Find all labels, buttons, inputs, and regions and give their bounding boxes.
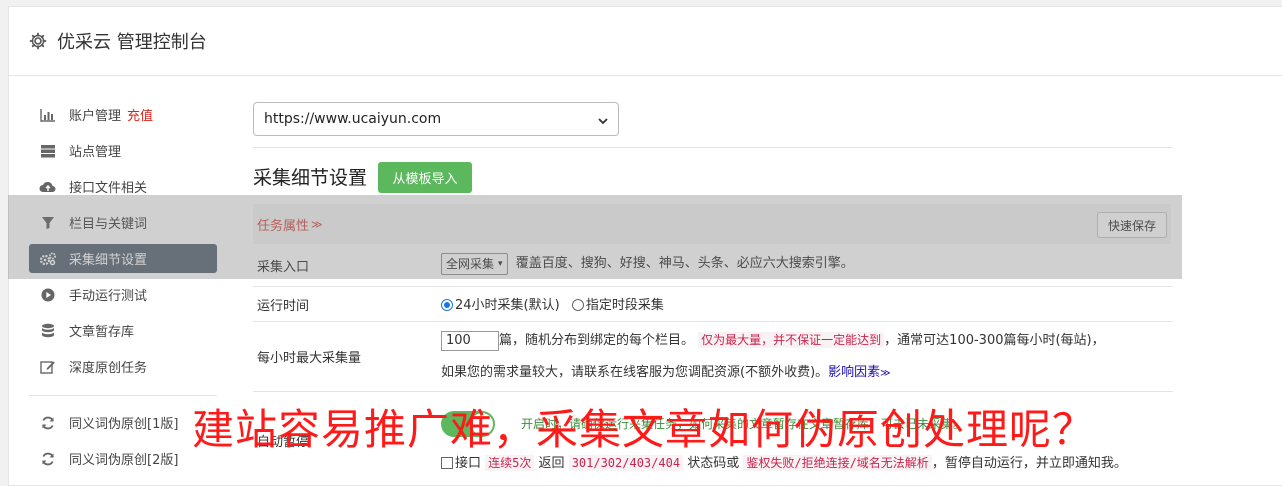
edit-icon	[39, 358, 57, 376]
max-text2: ，通常可达100-300篇每小时(每站)，	[884, 333, 1105, 348]
divider	[253, 391, 1173, 392]
import-template-button[interactable]: 从模板导入	[378, 162, 472, 193]
site-select-value: https://www.ucaiyun.com	[264, 111, 442, 127]
runtime-24h-label: 24小时采集(默认)	[455, 298, 560, 313]
section-title: 采集细节设置	[253, 167, 368, 189]
row-label: 运行时间	[257, 299, 310, 314]
database-icon	[39, 322, 57, 340]
divider	[253, 321, 1173, 322]
sidebar-item-label: 文章暂存库	[69, 325, 135, 340]
auto-check-label: 接口	[455, 456, 482, 471]
runtime-24h-radio[interactable]	[441, 298, 453, 311]
cloud-upload-icon	[39, 178, 57, 196]
auto-pause-checkbox[interactable]	[441, 456, 453, 469]
row-runtime: 运行时间 24小时采集(默认) 指定时段采集	[253, 293, 1171, 321]
dim-overlay	[8, 195, 1182, 279]
sidebar-item-article-store[interactable]: 文章暂存库	[29, 316, 217, 345]
row-max-per-hour: 每小时最大采集量 100 篇，随机分布到绑定的每个栏目。 仅为最大量，并不保证一定…	[253, 329, 1171, 391]
refresh-icon	[39, 450, 57, 468]
play-circle-icon	[39, 286, 57, 304]
sidebar-item-label: 接口文件相关	[69, 181, 148, 196]
auto-code3: 鉴权失败/拒绝连接/域名无法解析	[743, 455, 932, 471]
sidebar-item-label: 账户管理	[69, 109, 122, 124]
divider	[253, 147, 1173, 148]
row-label: 每小时最大采集量	[257, 351, 362, 366]
recharge-link[interactable]: 充值	[127, 105, 153, 124]
sidebar-item-manual-run[interactable]: 手动运行测试	[29, 280, 217, 309]
site-select[interactable]: https://www.ucaiyun.com	[253, 102, 619, 136]
auto-text-a: 返回	[538, 456, 565, 471]
runtime-scheduled-label: 指定时段采集	[585, 298, 664, 313]
auto-code1: 连续5次	[485, 455, 535, 471]
auto-code2: 301/302/403/404	[568, 455, 684, 471]
page-title: 优采云 管理控制台	[57, 32, 207, 53]
server-icon	[39, 142, 57, 160]
max-per-hour-input[interactable]: 100	[441, 330, 499, 351]
bar-chart-icon	[39, 106, 57, 124]
sidebar-item-sites[interactable]: 站点管理	[29, 136, 217, 165]
auto-text-b: 状态码或	[687, 456, 740, 471]
sidebar-item-deep-original[interactable]: 深度原创任务	[29, 352, 217, 381]
auto-text-c: ，暂停自动运行，并立即通知我。	[931, 456, 1127, 471]
max-note: 仅为最大量，并不保证一定能达到	[698, 332, 885, 348]
sidebar-item-account[interactable]: 账户管理 充值	[29, 100, 217, 129]
sidebar-item-label: 站点管理	[69, 145, 122, 160]
max-text3: 如果您的需求量较大，请联系在线客服为您调配资源(不额外收费)。	[441, 365, 829, 380]
sidebar-item-label: 同义词伪原创[2版]	[69, 453, 179, 468]
header: 优采云 管理控制台	[9, 7, 1282, 76]
sidebar-item-label: 手动运行测试	[69, 289, 148, 304]
sidebar-item-label: 深度原创任务	[69, 361, 148, 376]
gear-icon	[29, 32, 47, 50]
chevron-down-icon	[598, 114, 608, 125]
impact-factors-link[interactable]: 影响因素	[828, 365, 880, 380]
sidebar-item-label: 同义词伪原创[1版]	[69, 417, 179, 432]
row-content: 100 篇，随机分布到绑定的每个栏目。 仅为最大量，并不保证一定能达到 ，通常可达1…	[441, 329, 1105, 351]
sidebar-item-synonym-v2[interactable]: 同义词伪原创[2版]	[29, 444, 217, 473]
overlay-caption: 建站容易推广难，采集文章如何伪原创处理呢？	[192, 405, 1096, 454]
sidebar-item-synonym-v1[interactable]: 同义词伪原创[1版]	[29, 408, 217, 437]
runtime-scheduled-radio[interactable]	[571, 298, 584, 311]
divider	[253, 286, 1173, 287]
double-chevron-down-icon: ≫	[880, 368, 891, 379]
row-content: 24小时采集(默认) 指定时段采集	[441, 294, 664, 313]
sidebar-divider	[29, 395, 217, 396]
row-content-line2: 如果您的需求量较大，请联系在线客服为您调配资源(不额外收费)。影响因素≫	[441, 361, 891, 380]
max-text1: 篇，随机分布到绑定的每个栏目。	[499, 333, 695, 348]
refresh-icon	[39, 414, 57, 432]
